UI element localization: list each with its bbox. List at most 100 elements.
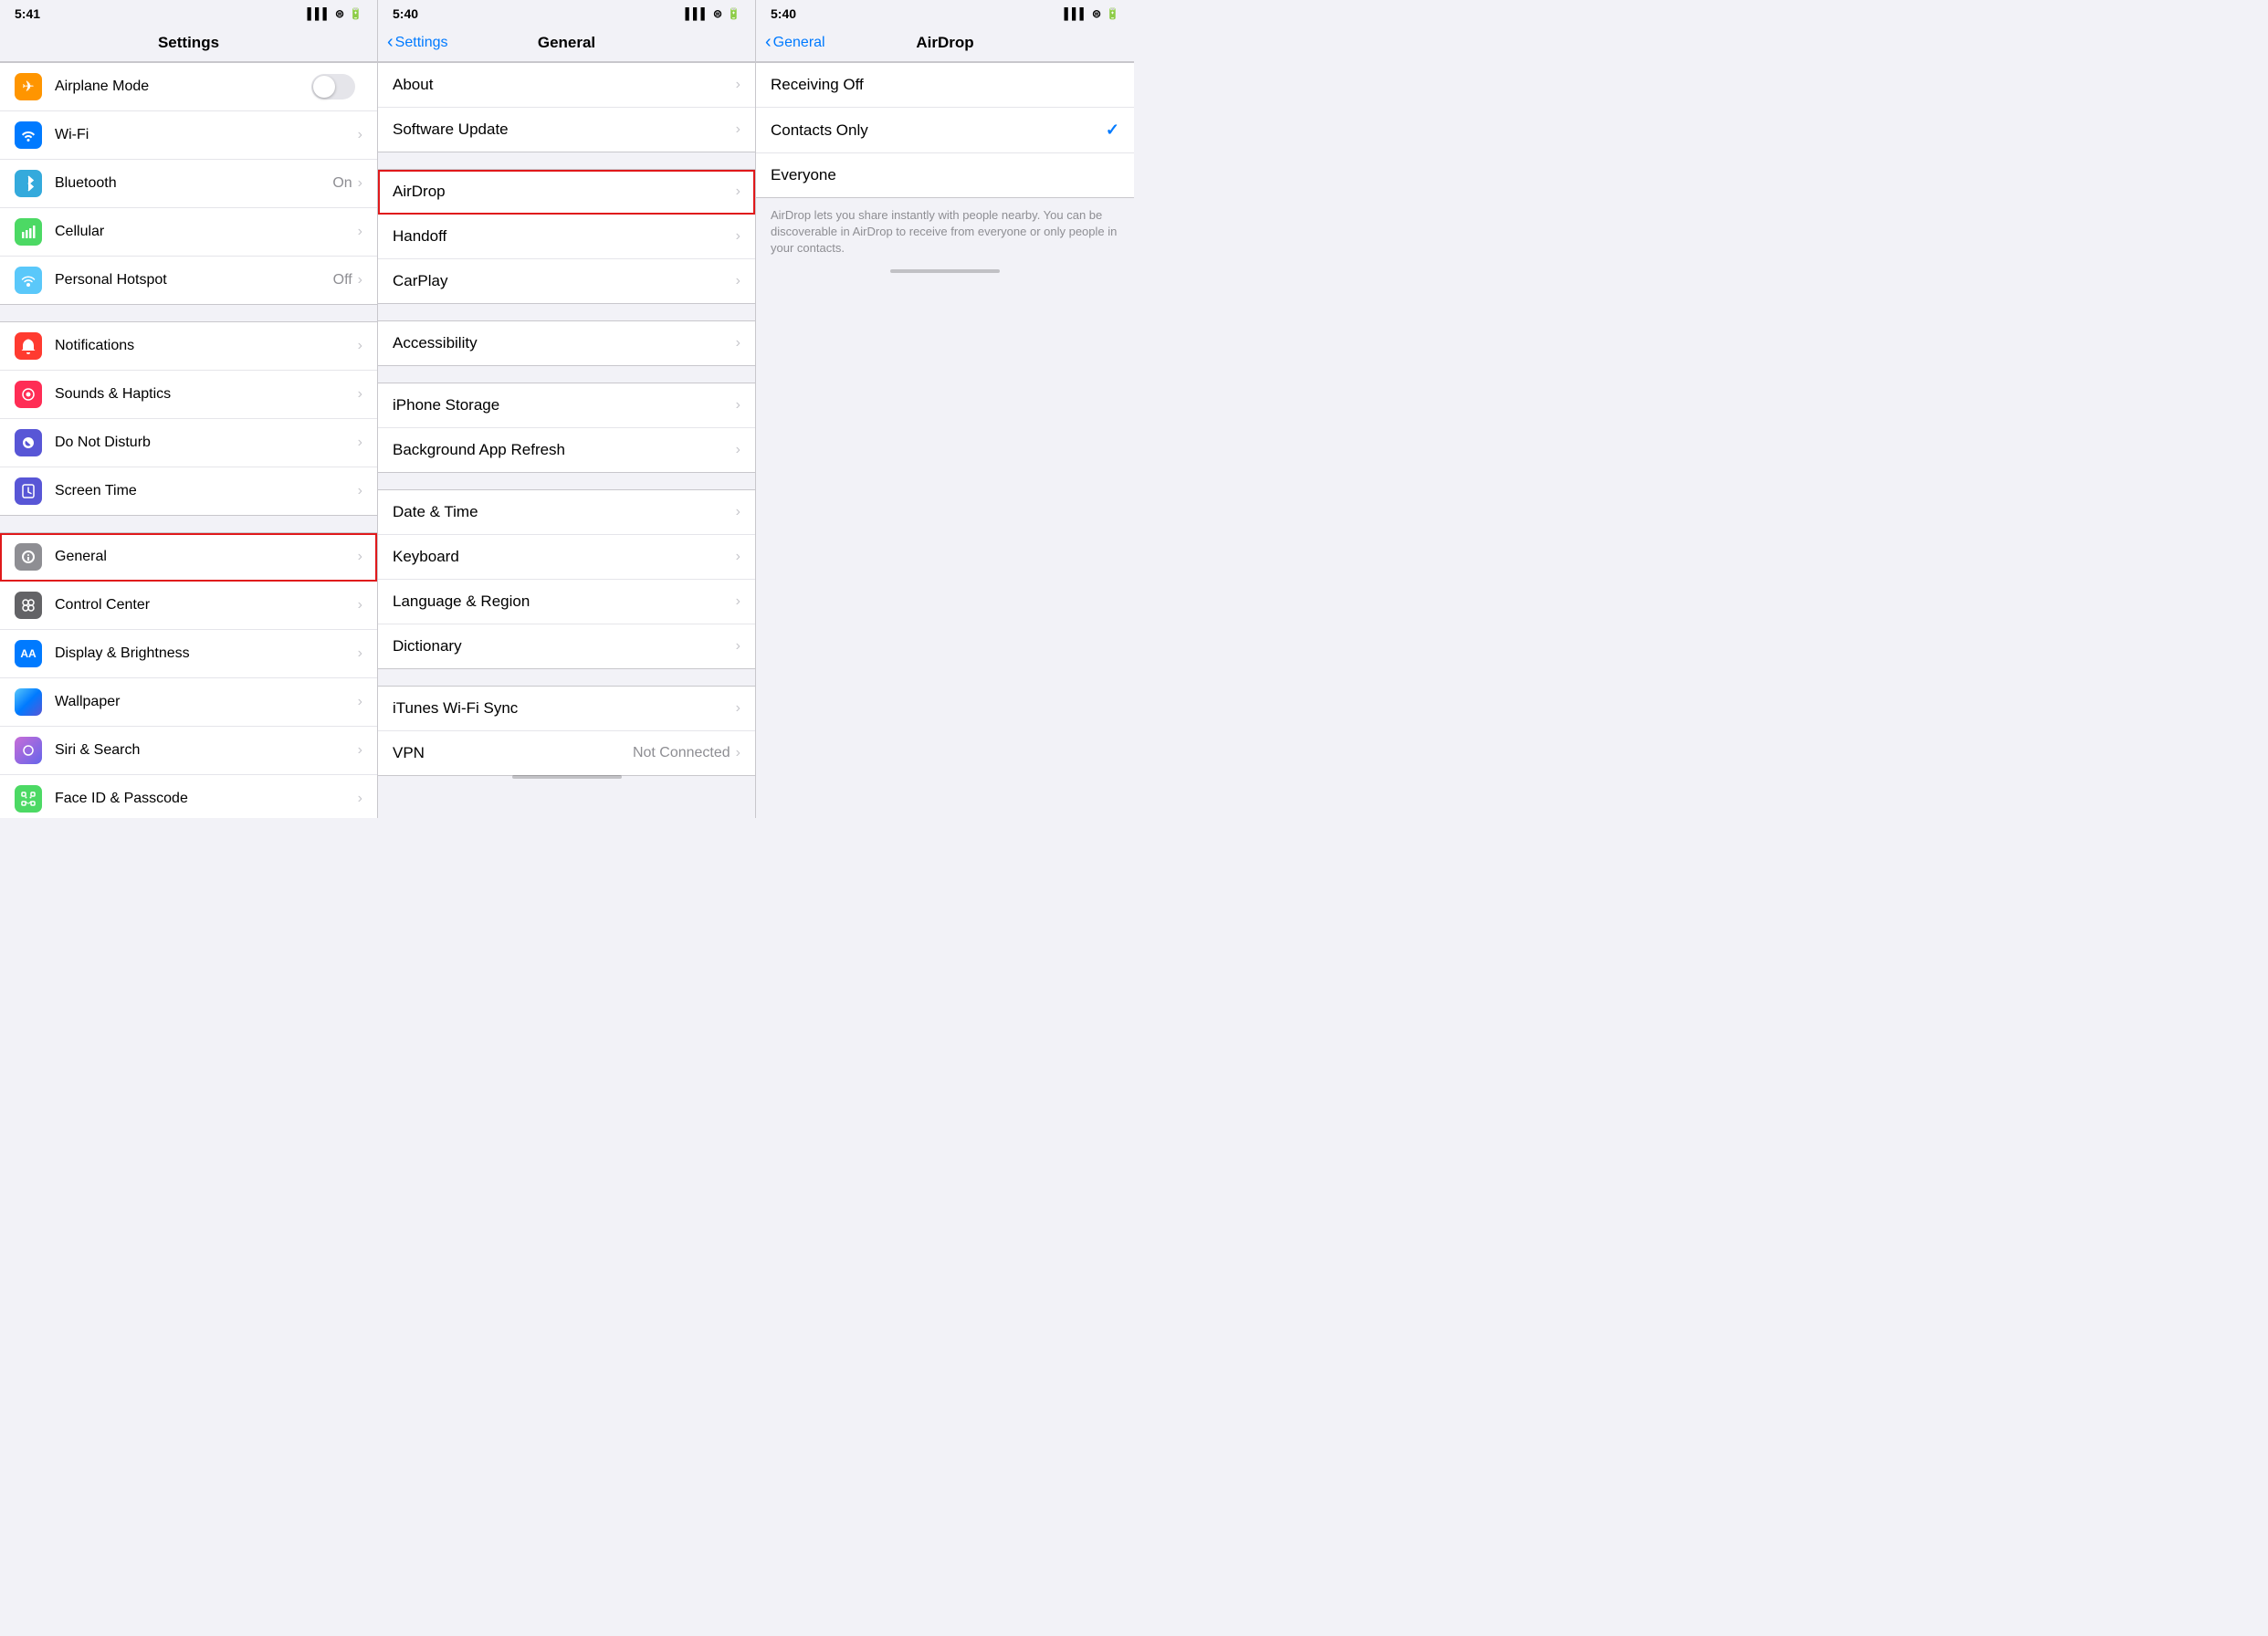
list-item-screen-time[interactable]: Screen Time › bbox=[0, 467, 377, 515]
home-indicator-right bbox=[756, 270, 1134, 276]
list-display: General › Control Center › bbox=[0, 532, 377, 818]
list-item-bluetooth[interactable]: Bluetooth On › bbox=[0, 160, 377, 208]
airplane-icon: ✈ bbox=[15, 73, 42, 100]
sounds-label: Sounds & Haptics bbox=[55, 386, 358, 403]
general-scroll[interactable]: About › Software Update › AirDrop › Hand… bbox=[378, 62, 755, 818]
airdrop-panel: 5:40 ▌▌▌ ⊜ 🔋 ‹ General AirDrop Receiving… bbox=[756, 0, 1134, 818]
mid-item-language[interactable]: Language & Region › bbox=[378, 580, 755, 624]
list-item-siri[interactable]: Siri & Search › bbox=[0, 727, 377, 775]
wifi-icon-mid: ⊜ bbox=[713, 7, 722, 20]
language-label: Language & Region bbox=[393, 593, 736, 611]
mid-item-background-refresh[interactable]: Background App Refresh › bbox=[378, 428, 755, 472]
display-label: Display & Brightness bbox=[55, 645, 358, 662]
back-to-settings[interactable]: ‹ Settings bbox=[387, 32, 447, 53]
hotspot-value: Off bbox=[333, 272, 352, 288]
carplay-label: CarPlay bbox=[393, 272, 736, 290]
control-center-label: Control Center bbox=[55, 597, 358, 614]
airdrop-scroll[interactable]: Receiving Off Contacts Only ✓ Everyone A… bbox=[756, 62, 1134, 818]
list-item-sounds[interactable]: Sounds & Haptics › bbox=[0, 371, 377, 419]
accessibility-chevron: › bbox=[736, 335, 740, 351]
nav-bar-left: Settings bbox=[0, 26, 377, 62]
mid-item-iphone-storage[interactable]: iPhone Storage › bbox=[378, 383, 755, 428]
keyboard-label: Keyboard bbox=[393, 548, 736, 566]
wifi-label: Wi-Fi bbox=[55, 127, 358, 143]
section-storage: iPhone Storage › Background App Refresh … bbox=[378, 383, 755, 473]
list-item-airplane-mode[interactable]: ✈ Airplane Mode bbox=[0, 63, 377, 111]
general-icon bbox=[15, 543, 42, 571]
iphone-storage-chevron: › bbox=[736, 397, 740, 414]
list-item-face-id[interactable]: Face ID & Passcode › bbox=[0, 775, 377, 818]
screen-time-label: Screen Time bbox=[55, 483, 358, 499]
general-chevron: › bbox=[358, 549, 362, 565]
list-airdrop-options: Receiving Off Contacts Only ✓ Everyone bbox=[756, 62, 1134, 198]
list-item-display[interactable]: AA Display & Brightness › bbox=[0, 630, 377, 678]
section-airdrop-options: Receiving Off Contacts Only ✓ Everyone bbox=[756, 62, 1134, 198]
section-about: About › Software Update › bbox=[378, 62, 755, 152]
chevron-left-icon: ‹ bbox=[387, 32, 394, 53]
list-item-control-center[interactable]: Control Center › bbox=[0, 582, 377, 630]
list-item-general[interactable]: General › bbox=[0, 533, 377, 582]
dictionary-chevron: › bbox=[736, 638, 740, 655]
battery-icon-mid: 🔋 bbox=[727, 7, 740, 20]
mid-item-itunes-wifi[interactable]: iTunes Wi-Fi Sync › bbox=[378, 687, 755, 731]
control-center-chevron: › bbox=[358, 597, 362, 614]
list-item-dnd[interactable]: Do Not Disturb › bbox=[0, 419, 377, 467]
face-id-label: Face ID & Passcode bbox=[55, 791, 358, 807]
list-item-wallpaper[interactable]: Wallpaper › bbox=[0, 678, 377, 727]
bluetooth-chevron: › bbox=[358, 175, 362, 192]
bluetooth-value: On bbox=[332, 175, 352, 192]
bluetooth-icon bbox=[15, 170, 42, 197]
list-item-wifi[interactable]: Wi-Fi › bbox=[0, 111, 377, 160]
settings-scroll[interactable]: ✈ Airplane Mode Wi-Fi › bbox=[0, 62, 377, 818]
section-airdrop: AirDrop › Handoff › CarPlay › bbox=[378, 169, 755, 304]
page-title-mid: General bbox=[538, 34, 595, 52]
mid-item-airdrop[interactable]: AirDrop › bbox=[378, 170, 755, 215]
carplay-chevron: › bbox=[736, 273, 740, 289]
list-item-cellular[interactable]: Cellular › bbox=[0, 208, 377, 257]
wallpaper-icon bbox=[15, 688, 42, 716]
section-accessibility: Accessibility › bbox=[378, 320, 755, 366]
bluetooth-label: Bluetooth bbox=[55, 175, 332, 192]
sounds-icon bbox=[15, 381, 42, 408]
list-item-hotspot[interactable]: Personal Hotspot Off › bbox=[0, 257, 377, 304]
airdrop-option-everyone[interactable]: Everyone bbox=[756, 153, 1134, 197]
mid-item-accessibility[interactable]: Accessibility › bbox=[378, 321, 755, 365]
mid-item-about[interactable]: About › bbox=[378, 63, 755, 108]
sounds-chevron: › bbox=[358, 386, 362, 403]
mid-item-dictionary[interactable]: Dictionary › bbox=[378, 624, 755, 668]
keyboard-chevron: › bbox=[736, 549, 740, 565]
section-itunes: iTunes Wi-Fi Sync › VPN Not Connected › bbox=[378, 686, 755, 776]
dictionary-label: Dictionary bbox=[393, 637, 736, 655]
airplane-toggle[interactable] bbox=[311, 74, 355, 100]
settings-panel: 5:41 ▌▌▌ ⊜ 🔋 Settings ✈ Airplane Mode bbox=[0, 0, 378, 818]
mid-item-software-update[interactable]: Software Update › bbox=[378, 108, 755, 152]
mid-item-vpn[interactable]: VPN Not Connected › bbox=[378, 731, 755, 775]
vpn-chevron: › bbox=[736, 745, 740, 761]
mid-item-date-time[interactable]: Date & Time › bbox=[378, 490, 755, 535]
mid-item-handoff[interactable]: Handoff › bbox=[378, 215, 755, 259]
software-update-chevron: › bbox=[736, 121, 740, 138]
mid-item-keyboard[interactable]: Keyboard › bbox=[378, 535, 755, 580]
wifi-icon: ⊜ bbox=[335, 7, 344, 20]
status-icons-mid: ▌▌▌ ⊜ 🔋 bbox=[685, 7, 740, 20]
airplane-label: Airplane Mode bbox=[55, 79, 311, 95]
mid-item-carplay[interactable]: CarPlay › bbox=[378, 259, 755, 303]
signal-icon-mid: ▌▌▌ bbox=[685, 7, 709, 20]
wallpaper-chevron: › bbox=[358, 694, 362, 710]
notifications-icon bbox=[15, 332, 42, 360]
back-to-general[interactable]: ‹ General bbox=[765, 32, 825, 53]
hotspot-label: Personal Hotspot bbox=[55, 272, 333, 288]
list-airdrop: AirDrop › Handoff › CarPlay › bbox=[378, 169, 755, 304]
airdrop-option-receiving-off[interactable]: Receiving Off bbox=[756, 63, 1134, 108]
list-item-notifications[interactable]: Notifications › bbox=[0, 322, 377, 371]
airdrop-chevron: › bbox=[736, 184, 740, 200]
wifi-icon-right: ⊜ bbox=[1092, 7, 1101, 20]
list-itunes: iTunes Wi-Fi Sync › VPN Not Connected › bbox=[378, 686, 755, 776]
iphone-storage-label: iPhone Storage bbox=[393, 396, 736, 414]
vpn-label: VPN bbox=[393, 744, 633, 762]
battery-icon-right: 🔋 bbox=[1106, 7, 1119, 20]
airdrop-option-contacts-only[interactable]: Contacts Only ✓ bbox=[756, 108, 1134, 153]
section-system: Notifications › Sounds & Haptics › bbox=[0, 321, 377, 516]
notifications-label: Notifications bbox=[55, 338, 358, 354]
siri-icon bbox=[15, 737, 42, 764]
